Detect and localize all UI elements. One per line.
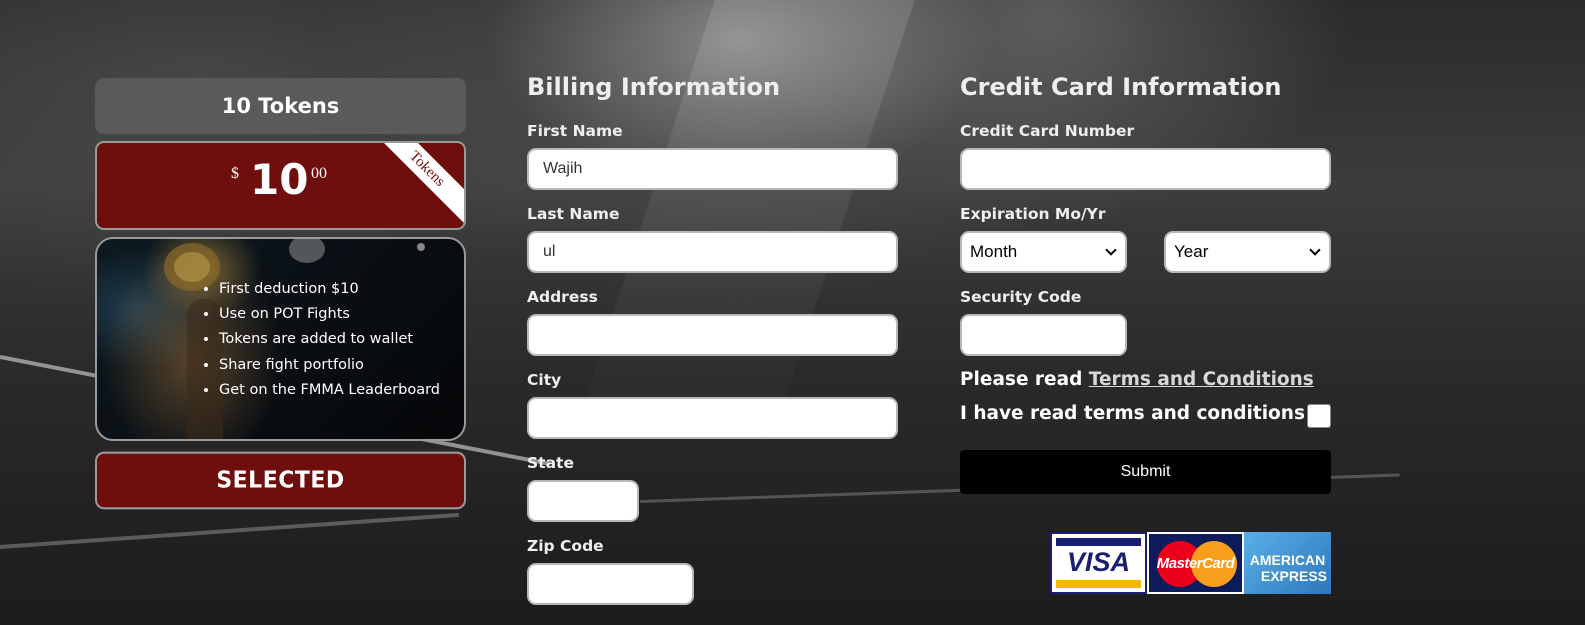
- chevron-down-icon: [1105, 244, 1117, 256]
- address-field[interactable]: [527, 314, 898, 356]
- billing-section-title: Billing Information: [527, 73, 781, 101]
- city-field[interactable]: [527, 397, 898, 439]
- feature-item: Use on POT Fights: [219, 302, 440, 327]
- plan-title: 10 Tokens: [95, 78, 466, 134]
- card-section-title: Credit Card Information: [960, 73, 1282, 101]
- expiration-label: Expiration Mo/Yr: [960, 205, 1106, 223]
- card-number-label: Credit Card Number: [960, 122, 1135, 140]
- feature-item: Tokens are added to wallet: [219, 327, 440, 352]
- zip-code-field[interactable]: [527, 563, 694, 605]
- agree-terms-label: I have read terms and conditions: [960, 403, 1305, 424]
- last-name-field[interactable]: [527, 231, 898, 273]
- agree-terms-checkbox[interactable]: [1307, 404, 1331, 428]
- visa-logo: VISA: [1050, 532, 1147, 594]
- expiration-month-select[interactable]: Month: [960, 231, 1127, 273]
- price-cents: 00: [311, 165, 327, 182]
- visa-stripe: [1056, 538, 1141, 546]
- address-label: Address: [527, 288, 598, 306]
- state-field[interactable]: [527, 480, 639, 522]
- chevron-down-icon: [1309, 244, 1321, 256]
- security-code-label: Security Code: [960, 288, 1082, 306]
- select-plan-button[interactable]: SELECTED: [95, 451, 466, 510]
- terms-prompt: Please read Terms and Conditions: [960, 369, 1314, 390]
- last-name-label: Last Name: [527, 205, 620, 223]
- visa-stripe: [1056, 580, 1141, 588]
- expiration-year-value: Year: [1174, 242, 1209, 261]
- american-express-logo: AMERICAN EXPRESS: [1244, 532, 1331, 594]
- tokens-ribbon: Tokens: [365, 143, 464, 228]
- city-label: City: [527, 371, 562, 389]
- feature-item: Get on the FMMA Leaderboard: [219, 378, 440, 403]
- mastercard-logo-text: MasterCard: [1156, 555, 1235, 572]
- mastercard-logo: MasterCard: [1147, 532, 1244, 594]
- state-label: State: [527, 454, 574, 472]
- first-name-field[interactable]: [527, 148, 898, 190]
- card-number-field[interactable]: [960, 148, 1331, 190]
- plan-features-panel: First deduction $10 Use on POT Fights To…: [95, 237, 466, 441]
- price-amount: 10: [250, 155, 309, 204]
- security-code-field[interactable]: [960, 314, 1127, 356]
- first-name-label: First Name: [527, 122, 623, 140]
- expiration-year-select[interactable]: Year: [1164, 231, 1331, 273]
- submit-button[interactable]: Submit: [960, 450, 1331, 494]
- amex-logo-text: EXPRESS: [1260, 568, 1327, 584]
- feature-item: First deduction $10: [219, 277, 440, 302]
- background-ring-rope: [0, 512, 460, 549]
- terms-and-conditions-link[interactable]: Terms and Conditions: [1089, 369, 1314, 390]
- accepted-cards: VISA MasterCard AMERICAN EXPRESS: [1050, 532, 1331, 594]
- zip-code-label: Zip Code: [527, 537, 604, 555]
- price-currency-symbol: $: [231, 165, 239, 182]
- price-box: $ 10 00 Tokens: [95, 141, 466, 230]
- expiration-month-value: Month: [970, 242, 1018, 261]
- visa-logo-text: VISA: [1066, 547, 1131, 577]
- feature-item: Share fight portfolio: [219, 353, 440, 378]
- features-list: First deduction $10 Use on POT Fights To…: [219, 277, 440, 403]
- amex-logo-text: AMERICAN: [1249, 552, 1326, 568]
- terms-prompt-text: Please read: [960, 369, 1083, 390]
